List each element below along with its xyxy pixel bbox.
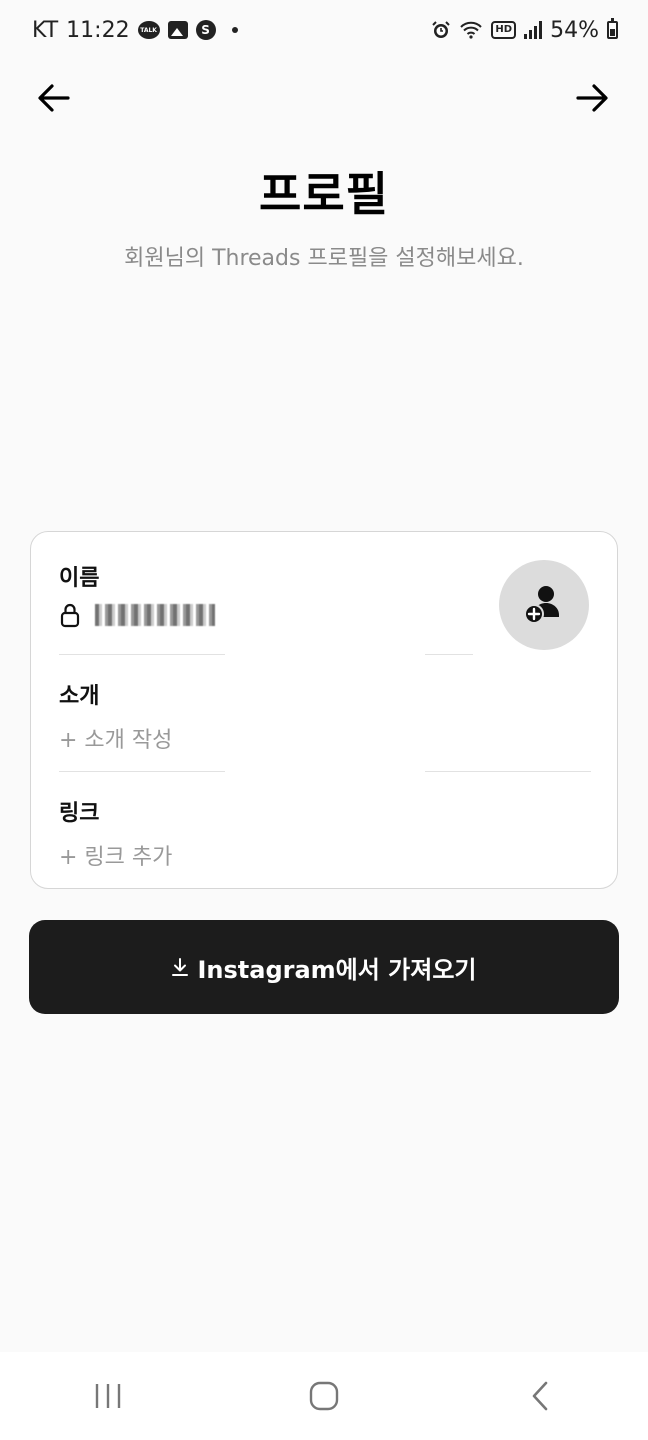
link-field[interactable]: 링크 + 링크 추가 [59, 795, 172, 871]
name-label: 이름 [59, 566, 100, 591]
name-field: 이름 [59, 560, 215, 628]
page-title: 프로필 [259, 167, 389, 221]
home-button[interactable] [294, 1366, 354, 1426]
status-bar-right: HD 54% [431, 18, 618, 43]
import-from-instagram-button[interactable]: Instagram에서 가져오기 [29, 920, 619, 1014]
kakaotalk-icon: TALK [137, 21, 160, 39]
status-bar: KT 11:22 TALK S HD 54% [0, 0, 648, 60]
link-label: 링크 [59, 801, 100, 826]
page-subtitle: 회원님의 Threads 프로필을 설정해보세요. [124, 246, 524, 271]
add-profile-photo-button[interactable] [499, 560, 589, 650]
name-row [59, 602, 215, 628]
system-back-button[interactable] [510, 1366, 570, 1426]
wifi-icon [459, 20, 483, 40]
chevron-left-icon [532, 1381, 548, 1411]
import-button-label: Instagram에서 가져오기 [197, 955, 477, 984]
s-app-icon: S [195, 20, 216, 40]
status-bar-left: KT 11:22 TALK S [32, 18, 238, 43]
home-icon [309, 1381, 339, 1411]
username-redacted [95, 604, 215, 626]
recent-apps-button[interactable] [78, 1366, 138, 1426]
hd-voice-icon: HD [491, 21, 517, 39]
more-notifications-dot-icon [231, 27, 238, 33]
add-person-icon [524, 586, 559, 624]
profile-card: 이름 소개 + 소개 작성 링크 + 링크 추가 [30, 531, 618, 889]
back-button[interactable] [32, 76, 76, 120]
divider [59, 654, 225, 655]
arrow-left-icon [38, 84, 70, 112]
carrier-label: KT [32, 17, 59, 43]
divider [425, 654, 473, 655]
next-button[interactable] [570, 76, 614, 120]
divider [425, 771, 591, 772]
recent-apps-icon [95, 1384, 121, 1408]
battery-icon [607, 18, 618, 39]
system-navigation-bar [0, 1352, 648, 1440]
arrow-right-icon [576, 84, 608, 112]
signal-strength-icon [524, 21, 543, 39]
battery-percent: 54% [550, 17, 599, 43]
bio-field[interactable]: 소개 + 소개 작성 [59, 678, 172, 754]
divider [59, 771, 225, 772]
alarm-icon [431, 20, 451, 40]
download-icon [172, 958, 189, 976]
bio-label: 소개 [59, 684, 100, 709]
lock-icon [60, 603, 80, 628]
gallery-icon [167, 21, 188, 39]
bio-placeholder[interactable]: + 소개 작성 [59, 722, 172, 754]
link-placeholder[interactable]: + 링크 추가 [59, 839, 172, 871]
clock: 11:22 [66, 17, 130, 43]
